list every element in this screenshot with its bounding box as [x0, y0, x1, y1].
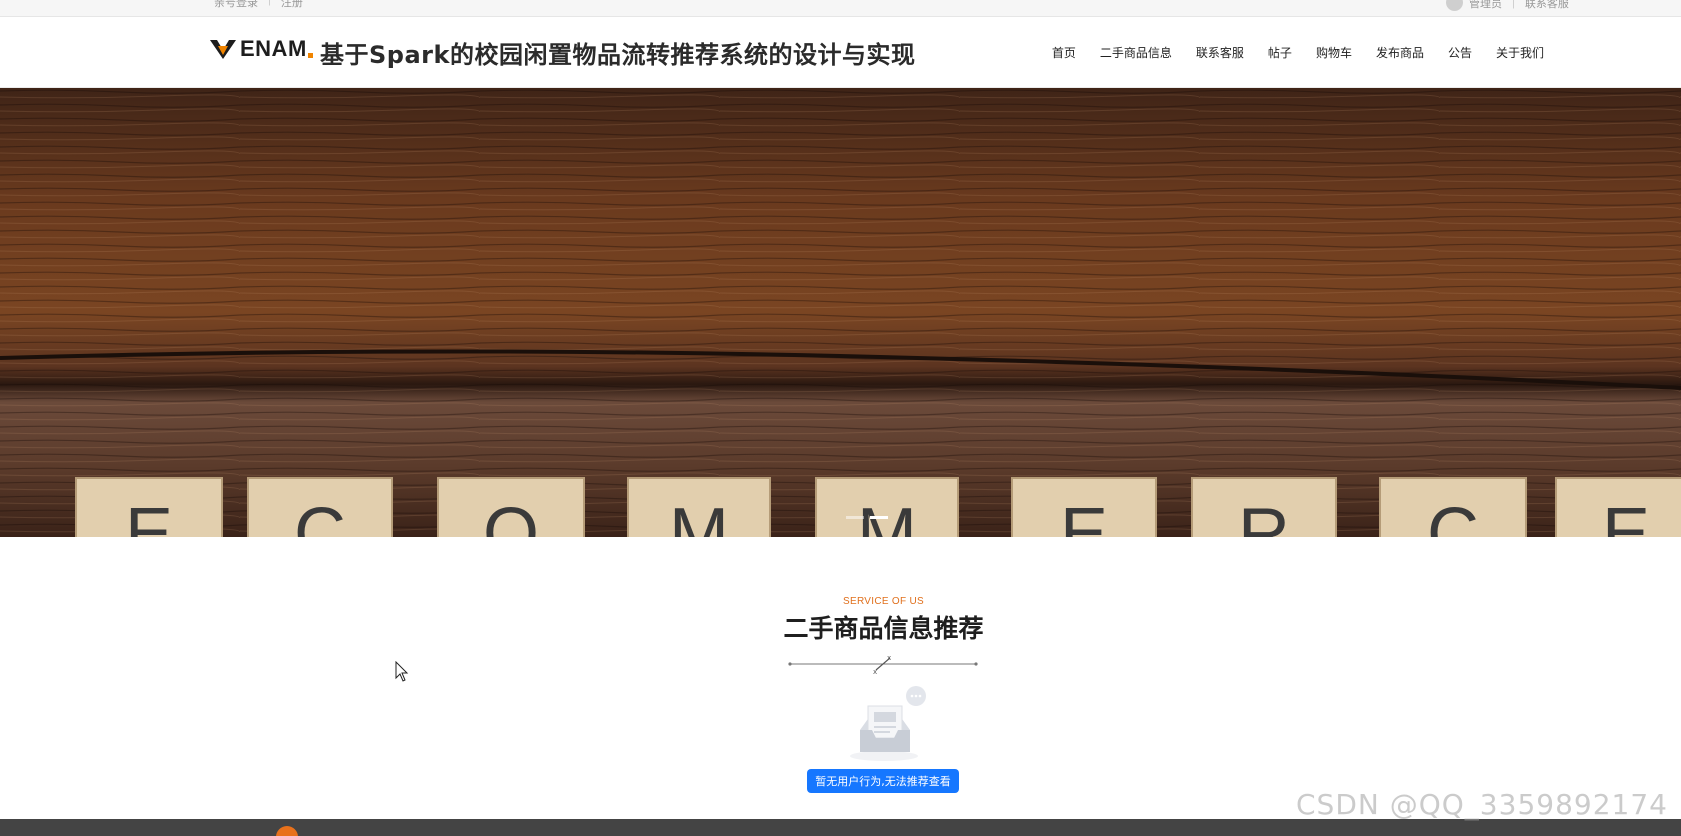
nav-item-about[interactable]: 关于我们	[1496, 44, 1544, 61]
site-header: ENAM 基于Spark的校园闲置物品流转推荐系统的设计与实现 首页 二手商品信…	[0, 17, 1681, 88]
login-link[interactable]: 亲号登录	[214, 0, 258, 10]
logo-chevron-icon	[210, 38, 236, 60]
hero-tile-letter: E	[1060, 494, 1108, 537]
hero-tile-letter: C	[1427, 494, 1479, 537]
register-link[interactable]: 注册	[281, 0, 303, 10]
hero-tile-letter: C	[294, 494, 346, 537]
carousel-dot-active[interactable]	[870, 516, 888, 519]
nav-item-cart[interactable]: 购物车	[1316, 44, 1352, 61]
empty-state-icon	[850, 686, 926, 761]
section-subtitle: SERVICE OF US	[843, 596, 924, 607]
site-footer	[0, 819, 1681, 836]
no-recommendation-button[interactable]: 暂无用户行为,无法推荐查看	[807, 769, 959, 793]
main-nav: 首页 二手商品信息 联系客服 帖子 购物车 发布商品 公告 关于我们	[1028, 44, 1544, 61]
logo-text: ENAM	[240, 36, 307, 61]
mouse-cursor-icon	[395, 661, 409, 682]
svg-text:x: x	[873, 668, 877, 676]
user-login-link[interactable]: 管理员	[1469, 0, 1502, 11]
carousel-indicators	[846, 516, 888, 519]
top-bar-right: 管理员 | 联系客服	[1446, 0, 1569, 11]
nav-item-home[interactable]: 首页	[1052, 44, 1076, 61]
carousel-dot[interactable]	[846, 516, 864, 519]
hero-tile-letter: E	[125, 494, 173, 537]
hero-tile-letter: R	[1238, 494, 1290, 537]
nav-item-posts[interactable]: 帖子	[1268, 44, 1292, 61]
help-link[interactable]: 联系客服	[1525, 0, 1569, 11]
section-divider: x x	[788, 654, 978, 676]
logo-dot	[307, 52, 313, 58]
section-title: 二手商品信息推荐	[783, 614, 984, 643]
hero-tile-letter: E	[1602, 494, 1650, 537]
nav-item-goods[interactable]: 二手商品信息	[1100, 44, 1172, 61]
site-title: 基于Spark的校园闲置物品流转推荐系统的设计与实现	[320, 41, 916, 69]
svg-text:x: x	[887, 654, 891, 662]
watermark: CSDN @QQ_3359892174	[1296, 788, 1668, 821]
nav-item-publish[interactable]: 发布商品	[1376, 44, 1424, 61]
avatar[interactable]	[1446, 0, 1463, 11]
nav-item-notice[interactable]: 公告	[1448, 44, 1472, 61]
nav-item-support[interactable]: 联系客服	[1196, 44, 1244, 61]
separator: |	[268, 0, 271, 6]
site-logo[interactable]: ENAM	[210, 36, 313, 62]
hero-banner[interactable]: ECOMMERCE	[0, 88, 1681, 537]
hero-tile-letter: M	[669, 494, 729, 537]
hero-tile-letter: O	[483, 494, 539, 537]
top-bar-left: 亲号登录 | 注册	[214, 0, 303, 10]
top-bar: 亲号登录 | 注册 管理员 | 联系客服	[0, 0, 1681, 17]
separator: |	[1512, 0, 1515, 9]
footer-logo-icon	[276, 826, 298, 836]
hero-image: ECOMMERCE	[0, 88, 1681, 537]
